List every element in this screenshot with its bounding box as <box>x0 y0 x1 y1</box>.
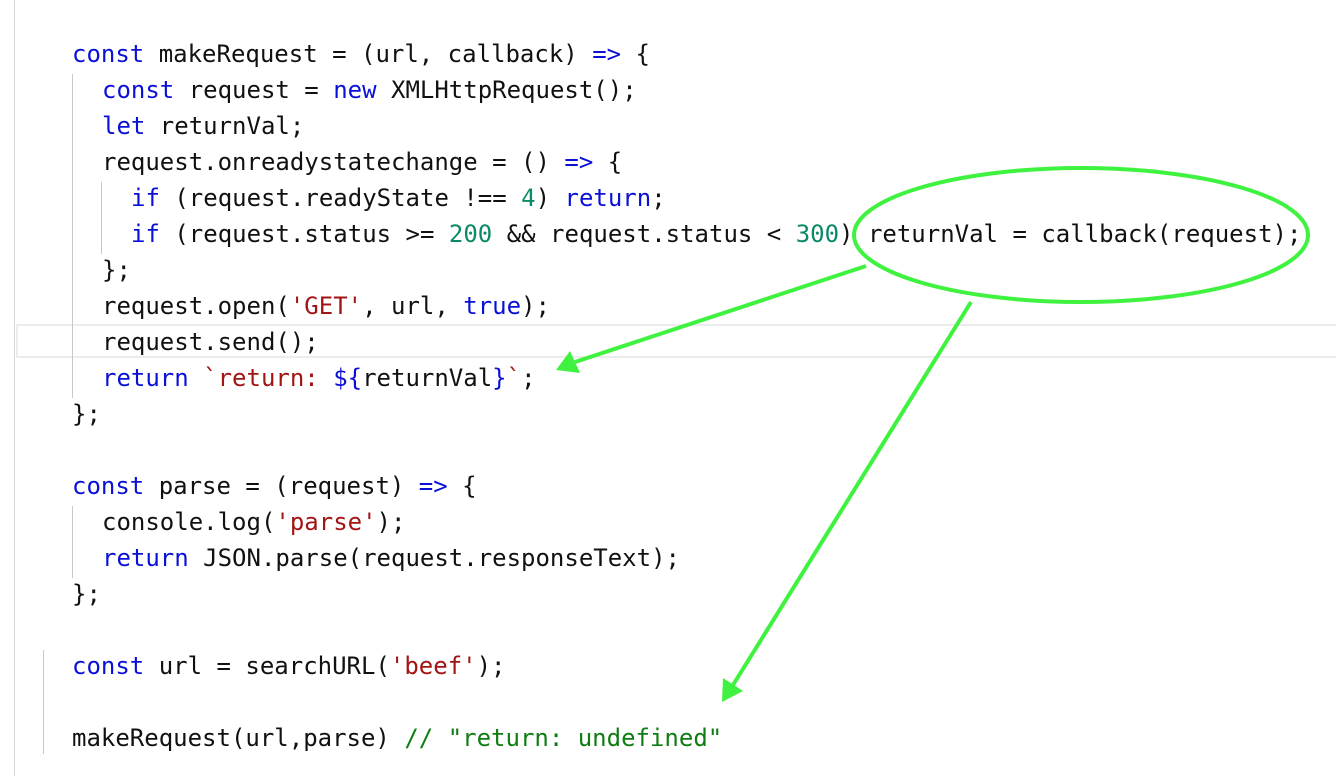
code-screenshot: const makeRequest = (url, callback) => {… <box>0 0 1336 776</box>
arrow-icon <box>574 264 867 364</box>
annotation-overlay <box>556 166 1310 702</box>
arrowhead-icon <box>722 678 743 702</box>
arrow-icon <box>731 300 973 687</box>
ellipse-highlight-icon <box>852 166 1310 304</box>
